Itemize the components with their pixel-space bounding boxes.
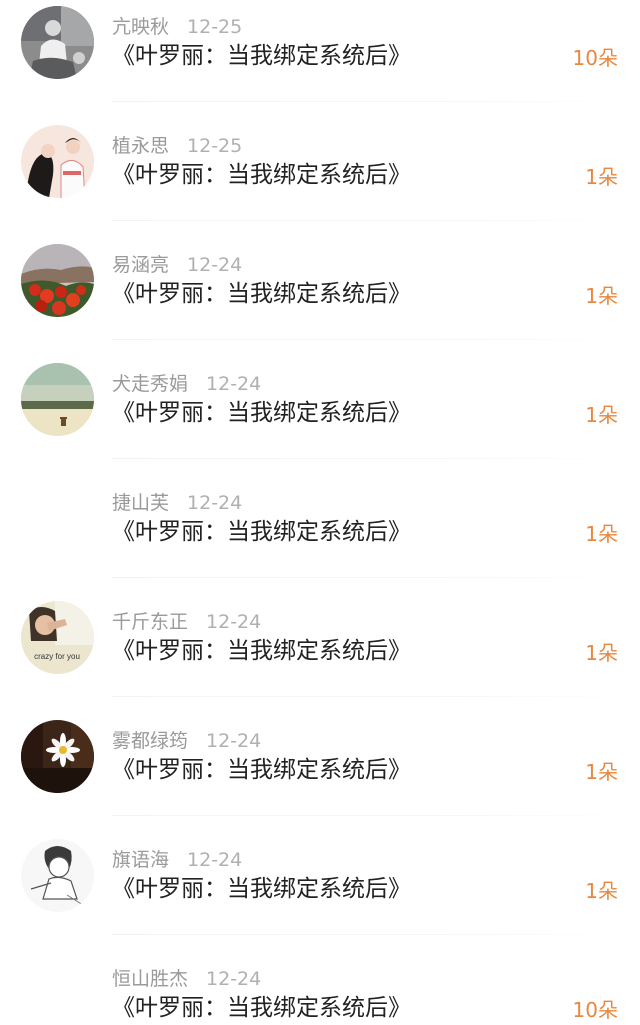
avatar[interactable]: crazy for you (21, 601, 94, 674)
list-item[interactable]: 旗语海 12-24 《叶罗丽：当我绑定系统后》 1朵 (0, 833, 640, 952)
list-item[interactable]: crazy for you 千斤东正 12-24 《叶罗丽：当我绑定系统后》 1朵 (0, 595, 640, 714)
divider (112, 101, 640, 102)
avatar[interactable] (21, 720, 94, 793)
sender-name[interactable]: 捷山芙 (112, 492, 169, 514)
avatar-caption: crazy for you (34, 652, 80, 661)
sender-line: 千斤东正 12-24 (112, 609, 261, 635)
avatar[interactable] (21, 6, 94, 79)
divider (112, 339, 640, 340)
list-item[interactable]: 捷山芙 12-24 《叶罗丽：当我绑定系统后》 1朵 (0, 476, 640, 595)
sender-line: 易涵亮 12-24 (112, 252, 242, 278)
sender-line: 捷山芙 12-24 (112, 490, 242, 516)
sender-line: 亢映秋 12-25 (112, 14, 242, 40)
book-title[interactable]: 《叶罗丽：当我绑定系统后》 (112, 992, 411, 1024)
list-item[interactable]: 亢映秋 12-25 《叶罗丽：当我绑定系统后》 10朵 (0, 0, 640, 119)
sender-name[interactable]: 千斤东正 (112, 611, 188, 633)
flower-count: 10朵 (572, 998, 618, 1022)
book-title[interactable]: 《叶罗丽：当我绑定系统后》 (112, 754, 411, 786)
gift-date: 12-24 (206, 730, 262, 752)
gift-date: 12-25 (187, 16, 243, 38)
divider (112, 934, 640, 935)
avatar-daisy-icon (21, 720, 94, 793)
divider (112, 696, 640, 697)
avatar[interactable] (21, 244, 94, 317)
flower-count: 1朵 (585, 879, 618, 903)
list-item[interactable]: 植永思 12-25 《叶罗丽：当我绑定系统后》 1朵 (0, 119, 640, 238)
gift-date: 12-24 (206, 373, 262, 395)
list-item[interactable]: 恒山胜杰 12-24 《叶罗丽：当我绑定系统后》 10朵 (0, 952, 640, 1025)
sender-name[interactable]: 雾都绿筠 (112, 730, 188, 752)
divider (112, 220, 640, 221)
flower-count: 10朵 (572, 46, 618, 70)
gift-date: 12-24 (187, 254, 243, 276)
flower-count: 1朵 (585, 165, 618, 189)
book-title[interactable]: 《叶罗丽：当我绑定系统后》 (112, 159, 411, 191)
book-title[interactable]: 《叶罗丽：当我绑定系统后》 (112, 40, 411, 72)
book-title[interactable]: 《叶罗丽：当我绑定系统后》 (112, 278, 411, 310)
book-title[interactable]: 《叶罗丽：当我绑定系统后》 (112, 397, 411, 429)
sender-name[interactable]: 植永思 (112, 135, 169, 157)
sender-name[interactable]: 易涵亮 (112, 254, 169, 276)
list-item[interactable]: 犬走秀娟 12-24 《叶罗丽：当我绑定系统后》 1朵 (0, 357, 640, 476)
sender-line: 犬走秀娟 12-24 (112, 371, 261, 397)
avatar-flowers-icon (21, 244, 94, 317)
book-title[interactable]: 《叶罗丽：当我绑定系统后》 (112, 516, 411, 548)
sender-line: 植永思 12-25 (112, 133, 242, 159)
sender-name[interactable]: 旗语海 (112, 849, 169, 871)
list-item[interactable]: 雾都绿筠 12-24 《叶罗丽：当我绑定系统后》 1朵 (0, 714, 640, 833)
gift-date: 12-24 (187, 492, 243, 514)
avatar[interactable] (21, 363, 94, 436)
divider (112, 815, 640, 816)
gift-list: 亢映秋 12-25 《叶罗丽：当我绑定系统后》 10朵 植永思 12-25 《叶罗丽… (0, 0, 640, 1025)
sender-name[interactable]: 犬走秀娟 (112, 373, 188, 395)
flower-count: 1朵 (585, 641, 618, 665)
avatar-photo-icon: crazy for you (21, 601, 94, 674)
avatar-sketch-icon (21, 839, 94, 912)
avatar-photo-icon (21, 6, 94, 79)
avatar[interactable] (21, 839, 94, 912)
list-item[interactable]: 易涵亮 12-24 《叶罗丽：当我绑定系统后》 1朵 (0, 238, 640, 357)
flower-count: 1朵 (585, 522, 618, 546)
gift-date: 12-25 (187, 135, 243, 157)
sender-line: 旗语海 12-24 (112, 847, 242, 873)
sender-line: 恒山胜杰 12-24 (112, 966, 261, 992)
flower-count: 1朵 (585, 760, 618, 784)
divider (112, 458, 640, 459)
flower-count: 1朵 (585, 403, 618, 427)
divider (112, 577, 640, 578)
avatar-illustration-icon (21, 125, 94, 198)
book-title[interactable]: 《叶罗丽：当我绑定系统后》 (112, 635, 411, 667)
flower-count: 1朵 (585, 284, 618, 308)
book-title[interactable]: 《叶罗丽：当我绑定系统后》 (112, 873, 411, 905)
sender-line: 雾都绿筠 12-24 (112, 728, 261, 754)
avatar[interactable] (21, 125, 94, 198)
gift-date: 12-24 (206, 968, 262, 990)
gift-date: 12-24 (187, 849, 243, 871)
sender-name[interactable]: 恒山胜杰 (112, 968, 188, 990)
gift-date: 12-24 (206, 611, 262, 633)
sender-name[interactable]: 亢映秋 (112, 16, 169, 38)
avatar-landscape-icon (21, 363, 94, 436)
